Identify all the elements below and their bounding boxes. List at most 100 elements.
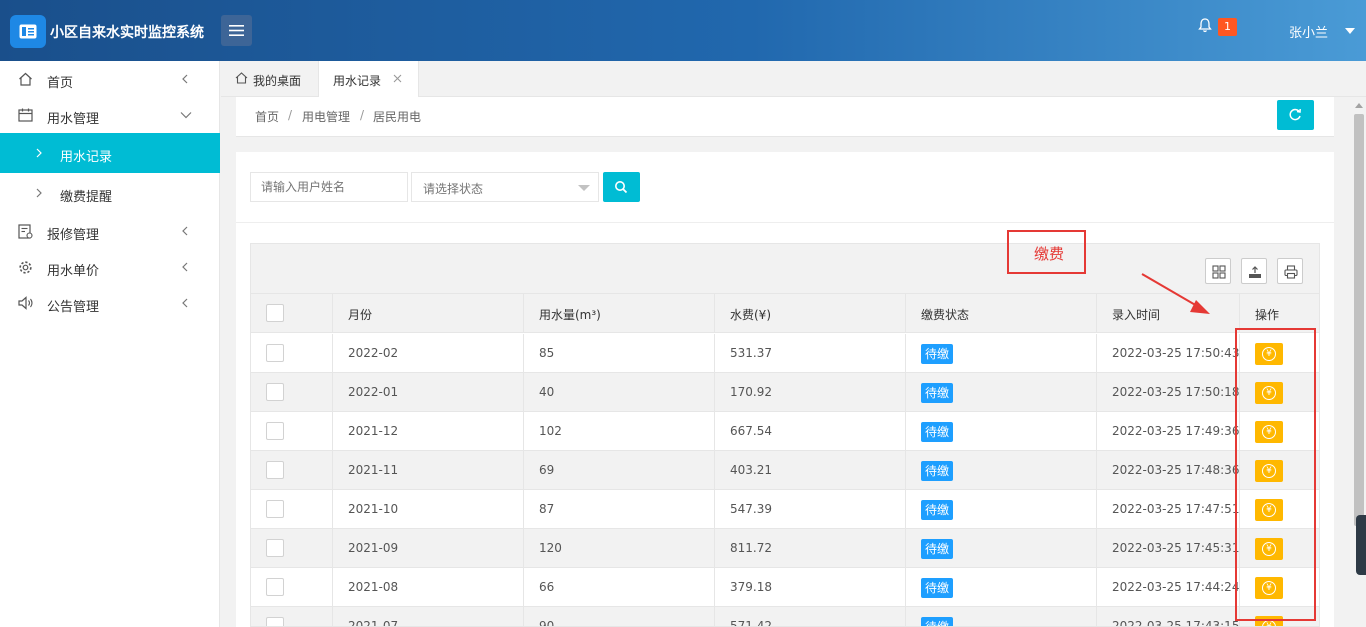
yuan-icon: ¥: [1262, 620, 1276, 626]
speaker-icon: [18, 296, 33, 310]
table-cell-fee: 547.39: [715, 490, 906, 529]
cell-text: 2022-03-25 17:48:36: [1112, 463, 1240, 477]
column-label: 操作: [1255, 308, 1280, 322]
cell-text: 2022-03-25 17:44:24: [1112, 580, 1240, 594]
scrollbar-thumb[interactable]: [1354, 114, 1364, 526]
table-cell-month: 2021-08: [333, 568, 524, 607]
select-all-checkbox[interactable]: [266, 304, 284, 322]
cell-text: 667.54: [730, 424, 772, 438]
table-cell-usage: 69: [524, 451, 715, 490]
cell-text: 531.37: [730, 346, 772, 360]
sidebar-item-water-price[interactable]: 用水单价: [0, 249, 220, 285]
cell-text: 811.72: [730, 541, 772, 555]
cell-text: 2021-08: [348, 580, 399, 594]
breadcrumb-item[interactable]: 首页: [255, 108, 279, 125]
notification-badge: 1: [1218, 18, 1237, 36]
tab-water-records[interactable]: 用水记录: [318, 61, 419, 97]
menu-toggle-button[interactable]: [221, 15, 252, 46]
annotation-highlight: [1235, 328, 1316, 621]
logo-icon: [10, 15, 46, 48]
refresh-icon: [1289, 108, 1301, 121]
hamburger-icon: [229, 25, 244, 36]
cell-text: 87: [539, 502, 555, 516]
cell-text: 120: [539, 541, 562, 555]
sidebar-item-water-records[interactable]: 用水记录: [0, 133, 220, 173]
column-header[interactable]: 缴费状态: [906, 294, 1097, 333]
side-widget[interactable]: [1356, 515, 1366, 575]
row-select-cell: [251, 490, 333, 529]
chevron-right-icon: [36, 188, 42, 198]
bell-icon[interactable]: [1198, 18, 1212, 33]
table-cell-time: 2022-03-25 17:50:43: [1097, 334, 1240, 373]
row-checkbox[interactable]: [266, 500, 284, 518]
column-header[interactable]: 水费(¥): [715, 294, 906, 333]
search-button[interactable]: [603, 172, 640, 202]
status-badge: 待缴: [921, 344, 954, 364]
table-cell-month: 2022-01: [333, 373, 524, 412]
row-checkbox[interactable]: [266, 539, 284, 557]
sidebar-item-repair[interactable]: 报修管理: [0, 213, 220, 249]
row-select-cell: [251, 607, 333, 626]
cell-text: 2022-03-25 17:49:36: [1112, 424, 1240, 438]
cell-text: 2021-07: [348, 619, 399, 627]
table-cell-fee: 531.37: [715, 334, 906, 373]
row-checkbox[interactable]: [266, 422, 284, 440]
table-cell-status: 待缴: [906, 412, 1097, 451]
user-name[interactable]: 张小兰: [1289, 22, 1328, 41]
refresh-button[interactable]: [1277, 100, 1314, 130]
table-row: 2021-10 87 547.39 待缴 2022-03-25 17:47:51 ¥: [251, 490, 1319, 529]
row-checkbox[interactable]: [266, 344, 284, 362]
column-header[interactable]: 月份: [333, 294, 524, 333]
cell-text: 170.92: [730, 385, 772, 399]
sidebar-item-water-management[interactable]: 用水管理: [0, 97, 220, 133]
table-cell-month: 2021-07: [333, 607, 524, 627]
table-cell-time: 2022-03-25 17:45:31: [1097, 529, 1240, 568]
sidebar-item-home[interactable]: 首页: [0, 61, 220, 97]
status-badge: 待缴: [921, 617, 954, 626]
table-cell-status: 待缴: [906, 373, 1097, 412]
column-label: 用水量(m³): [539, 308, 601, 322]
sidebar-item-label: 首页: [47, 76, 74, 91]
table-cell-month: 2021-09: [333, 529, 524, 568]
row-checkbox[interactable]: [266, 461, 284, 479]
status-select[interactable]: 请选择状态: [411, 172, 599, 202]
table-row: 2022-02 85 531.37 待缴 2022-03-25 17:50:43 ¥: [251, 334, 1319, 373]
table-cell-fee: 170.92: [715, 373, 906, 412]
table-cell-status: 待缴: [906, 529, 1097, 568]
close-icon[interactable]: [393, 74, 402, 83]
status-badge: 待缴: [921, 500, 954, 520]
tab-my-desktop[interactable]: 我的桌面: [221, 61, 316, 97]
row-checkbox[interactable]: [266, 617, 284, 626]
column-header[interactable]: 用水量(m³): [524, 294, 715, 333]
table-cell-status: 待缴: [906, 451, 1097, 490]
table-row: 2021-12 102 667.54 待缴 2022-03-25 17:49:36 ¥: [251, 412, 1319, 451]
row-select-cell: [251, 568, 333, 607]
print-button[interactable]: [1277, 258, 1303, 284]
row-checkbox[interactable]: [266, 383, 284, 401]
username-search-input[interactable]: [250, 172, 408, 202]
page-tabs: 我的桌面 用水记录: [221, 61, 1366, 97]
app-title: 小区自来水实时监控系统: [50, 25, 204, 41]
export-button[interactable]: [1241, 258, 1267, 284]
cell-text: 2022-03-25 17:47:51: [1112, 502, 1240, 516]
sidebar-item-payment-reminder[interactable]: 缴费提醒: [0, 173, 220, 213]
chevron-left-icon: [182, 74, 188, 84]
cell-text: 379.18: [730, 580, 772, 594]
scroll-up-icon[interactable]: [1355, 103, 1363, 108]
table-row: 2021-08 66 379.18 待缴 2022-03-25 17:44:24 ¥: [251, 568, 1319, 607]
table-cell-fee: 811.72: [715, 529, 906, 568]
breadcrumb-item[interactable]: 用电管理: [302, 108, 350, 125]
sidebar-item-announcement[interactable]: 公告管理: [0, 285, 220, 321]
cell-text: 2022-03-25 17:45:31: [1112, 541, 1240, 555]
row-select-cell: [251, 529, 333, 568]
table-cell-fee: 667.54: [715, 412, 906, 451]
status-badge: 待缴: [921, 461, 954, 481]
cell-text: 66: [539, 580, 555, 594]
row-checkbox[interactable]: [266, 578, 284, 596]
caret-down-icon[interactable]: [1345, 28, 1355, 34]
table-cell-month: 2021-10: [333, 490, 524, 529]
print-icon: [1284, 265, 1298, 279]
tab-label: 我的桌面: [253, 74, 302, 88]
cell-text: 90: [539, 619, 555, 627]
cell-text: 571.42: [730, 619, 772, 627]
